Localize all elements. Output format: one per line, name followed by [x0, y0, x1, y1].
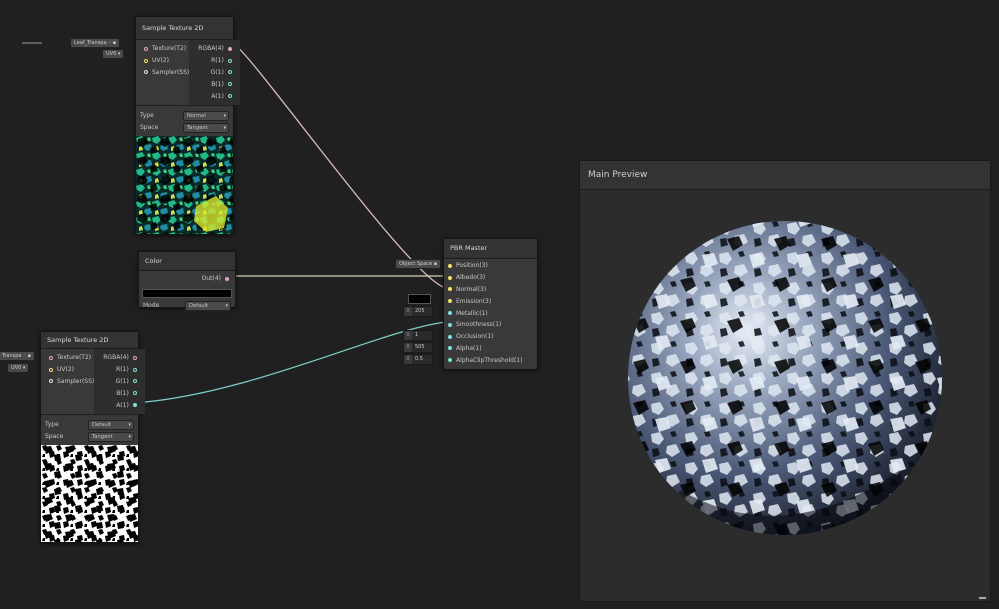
port-out[interactable]: Out(4) [139, 273, 235, 285]
port-emission[interactable]: Emission(3) [444, 295, 537, 307]
port-smoothness[interactable]: Smoothness(1) [444, 319, 537, 331]
sample-texture-node-bottom[interactable]: Sample Texture 2D Texture(T2) UV(2) Samp… [40, 331, 145, 543]
space-row: Space Tangent ▾ [140, 122, 229, 134]
port-position[interactable]: Position(3) [444, 260, 537, 272]
port-alpha-clip[interactable]: AlphaClipThreshold(1) [444, 354, 537, 366]
port-r[interactable]: R(1) [190, 55, 240, 67]
port-a[interactable]: A(1) [95, 399, 145, 411]
preview-sphere[interactable] [580, 190, 990, 600]
port-r[interactable]: R(1) [95, 364, 145, 376]
texture-preview-mask [41, 444, 138, 542]
port-rgba[interactable]: RGBA(4) [190, 43, 240, 55]
wire-alpha-to-smoothness [133, 321, 447, 404]
uv-channel-field-top[interactable]: UV0 ▾ [102, 49, 125, 59]
port-sampler[interactable]: Sampler(SS) [136, 67, 189, 79]
mode-row: Mode Default ▾ [139, 300, 235, 312]
port-sampler[interactable]: Sampler(SS) [41, 376, 94, 388]
occlusion-field[interactable]: X1 [403, 330, 433, 341]
resize-handle[interactable] [979, 597, 986, 599]
texture-preview-color [136, 135, 233, 234]
alpha-field[interactable]: X 505 [403, 342, 433, 353]
port-g[interactable]: G(1) [95, 376, 145, 388]
color-swatch[interactable] [142, 288, 232, 298]
port-rgba[interactable]: RGBA(4) [95, 352, 145, 364]
port-alpha[interactable]: Alpha(1) [444, 343, 537, 355]
port-uv[interactable]: UV(2) [41, 364, 94, 376]
color-node[interactable]: Color Out(4) Mode Default ▾ [138, 251, 236, 311]
main-preview-panel[interactable]: Main Preview [579, 160, 991, 602]
port-uv[interactable]: UV(2) [136, 55, 189, 67]
emission-color-swatch[interactable] [408, 294, 431, 304]
type-dropdown[interactable]: Default ▾ [88, 419, 134, 430]
type-row: Type Normal ▾ [140, 110, 229, 122]
position-space-dropdown[interactable]: Object Space ▪ [395, 259, 442, 269]
port-texture[interactable]: Texture(T2) [136, 43, 189, 55]
type-dropdown[interactable]: Normal ▾ [183, 110, 229, 121]
port-a[interactable]: A(1) [190, 90, 240, 102]
alpha-clip-field[interactable]: X 0.5 [403, 354, 433, 365]
port-b[interactable]: B(1) [190, 78, 240, 90]
space-dropdown[interactable]: Tangent ▾ [183, 122, 229, 133]
metallic-field[interactable]: X 205 [403, 306, 433, 317]
sample-texture-node-top[interactable]: Sample Texture 2D Texture(T2) UV(2) Samp… [135, 16, 240, 235]
node-title: Color [139, 252, 235, 271]
node-title: PBR Master [444, 239, 537, 259]
port-b[interactable]: B(1) [95, 387, 145, 399]
port-g[interactable]: G(1) [190, 67, 240, 79]
texture-asset-field-bottom[interactable]: Transpa ◦ ▪ [0, 351, 35, 361]
node-title: Sample Texture 2D [41, 332, 138, 349]
mode-dropdown[interactable]: Default ▾ [185, 300, 231, 311]
type-row: Type Default ▾ [45, 419, 134, 431]
port-occlusion[interactable]: Occlusion(1) [444, 331, 537, 343]
space-row: Space Tangent ▾ [45, 431, 134, 443]
wire-rgba-to-normal [231, 42, 447, 289]
port-albedo[interactable]: Albedo(3) [444, 272, 537, 284]
texture-asset-field-top[interactable]: Leaf_Transpa ◦ ▪ [70, 38, 121, 48]
port-texture[interactable]: Texture(T2) [41, 352, 94, 364]
pbr-master-node[interactable]: PBR Master Position(3) Albedo(3) Normal(… [443, 238, 538, 371]
uv-channel-field-bottom[interactable]: UV0 ▾ [7, 363, 30, 373]
preview-title: Main Preview [580, 161, 990, 190]
node-title: Sample Texture 2D [136, 17, 233, 40]
port-normal[interactable]: Normal(3) [444, 284, 537, 296]
port-metallic[interactable]: Metallic(1) [444, 307, 537, 319]
space-dropdown[interactable]: Tangent ▾ [88, 431, 134, 442]
